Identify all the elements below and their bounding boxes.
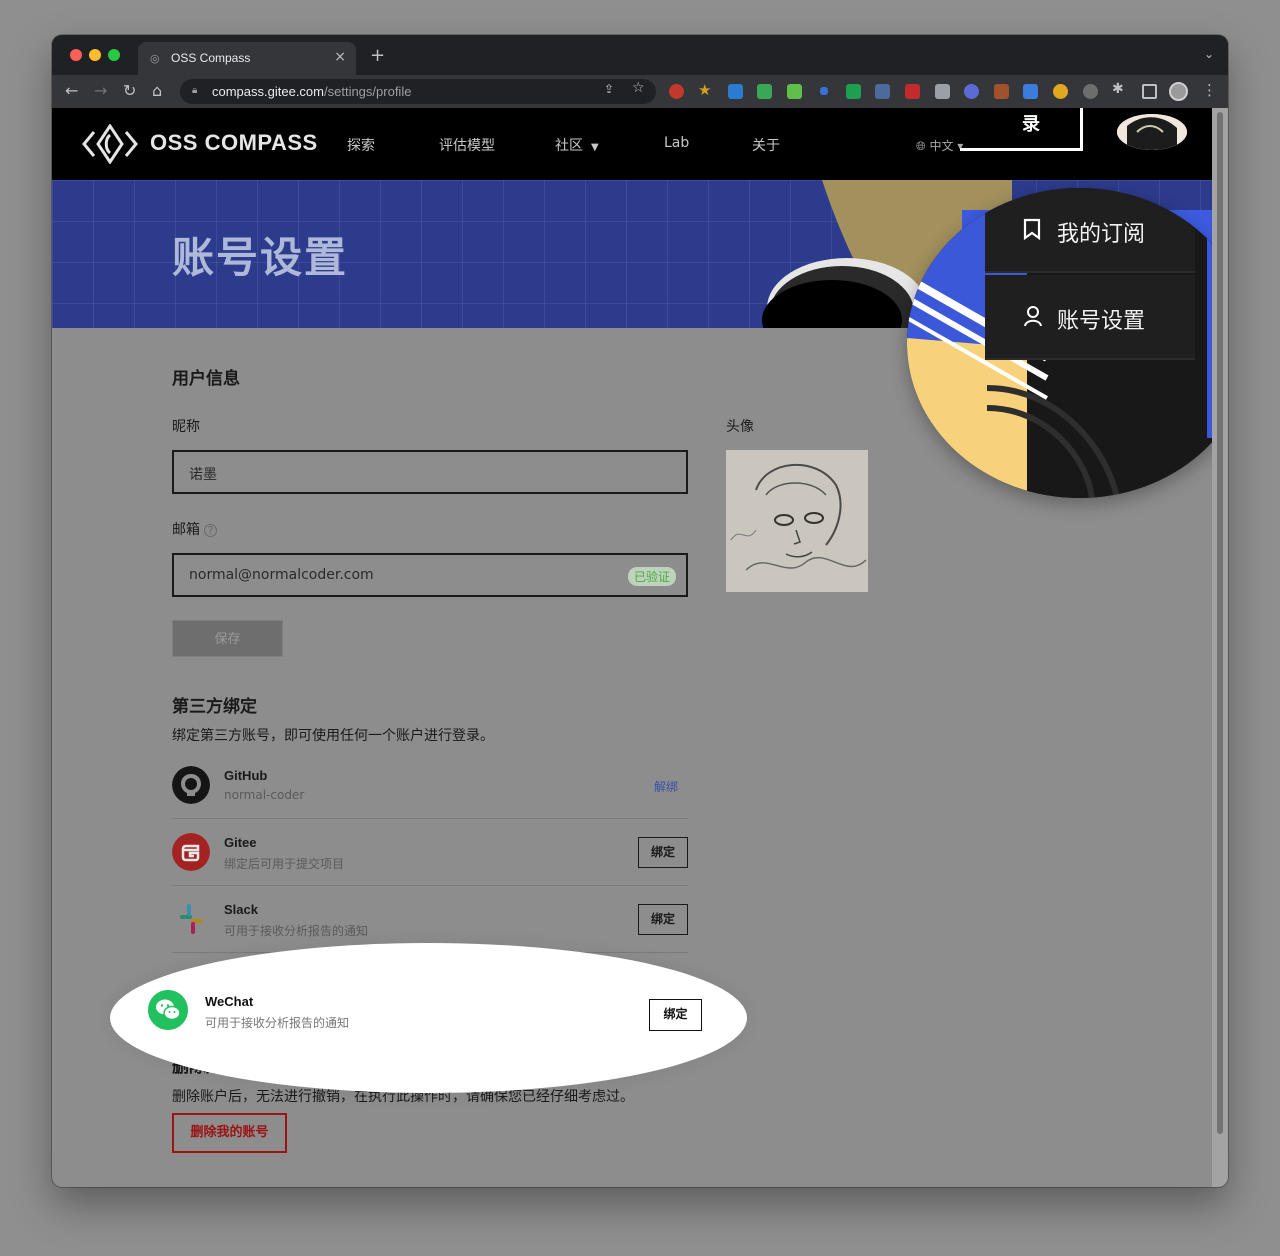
close-window-button[interactable] — [70, 49, 82, 61]
browser-window: ◎ OSS Compass × + ⌄ ← → ↻ ⌂ 🔒︎ compass.g… — [52, 35, 1228, 1187]
sketch-portrait — [726, 450, 868, 592]
brand-name[interactable]: OSS COMPASS — [150, 130, 318, 156]
s-extension-icon[interactable] — [875, 84, 890, 99]
grid-extension-icon[interactable] — [994, 84, 1009, 99]
bind-slack-button[interactable]: 绑定 — [638, 904, 688, 935]
lock-icon: 🔒︎ — [192, 85, 198, 96]
reload-icon[interactable]: ↻ — [123, 81, 136, 100]
share-icon[interactable]: ⇪ — [604, 82, 614, 96]
bind-gitee-button[interactable]: 绑定 — [638, 837, 688, 868]
avatar-image — [1117, 114, 1187, 150]
extension-icon[interactable] — [757, 84, 772, 99]
at-extension-icon[interactable] — [964, 84, 979, 99]
page-scrollbar[interactable] — [1212, 108, 1228, 1187]
chevron-down-icon[interactable]: ⌄ — [1204, 47, 1214, 61]
minimize-window-button[interactable] — [89, 49, 101, 61]
star-icon[interactable]: ☆ — [632, 80, 645, 96]
user-avatar[interactable] — [1117, 114, 1187, 150]
account-name: Gitee — [224, 835, 257, 850]
email-input[interactable]: normal@normalcoder.com 已验证 — [172, 553, 688, 597]
ring-extension-icon[interactable] — [1053, 84, 1068, 99]
verified-badge: 已验证 — [627, 567, 676, 586]
binding-row-gitee: Gitee 绑定后可用于提交项目 绑定 — [172, 819, 688, 886]
extension-icon[interactable] — [935, 84, 950, 99]
tab-title: OSS Compass — [171, 51, 251, 65]
nickname-label: 昵称 — [172, 419, 200, 435]
nav-models[interactable]: 评估模型 — [439, 135, 495, 155]
save-button[interactable]: 保存 — [172, 620, 283, 657]
user-icon — [1023, 305, 1043, 332]
page-title: 账号设置 — [172, 233, 349, 282]
slack-icon — [180, 904, 203, 934]
forward-icon[interactable]: → — [94, 81, 107, 100]
binding-row-github: GitHub normal-coder 解绑 — [172, 752, 688, 819]
address-bar[interactable]: 🔒︎ compass.gitee.com/settings/profile — [180, 79, 656, 104]
gem-extension-icon[interactable] — [820, 87, 828, 95]
gitee-icon — [172, 833, 210, 871]
language-switcher[interactable]: 🌐︎ 中文 ▾ — [916, 137, 963, 154]
close-icon[interactable]: × — [334, 49, 346, 65]
account-name: GitHub — [224, 768, 268, 783]
help-icon[interactable]: ? — [204, 524, 217, 537]
back-icon[interactable]: ← — [65, 81, 78, 100]
site-header: OSS COMPASS 探索 评估模型 社区 ▼ Lab 关于 🌐︎ 中文 ▾ 录 — [52, 108, 1212, 180]
wechat-icon — [148, 990, 188, 1030]
profile-avatar-image[interactable] — [726, 450, 868, 592]
home-icon[interactable]: ⌂ — [152, 81, 162, 100]
extension-icon[interactable] — [669, 84, 684, 99]
caret-down-icon: ▼ — [591, 142, 599, 153]
account-sub: 绑定后可用于提交项目 — [224, 857, 345, 871]
user-menu-magnifier: 我的订阅 账号设置 — [907, 188, 1212, 498]
third-party-heading: 第三方绑定 — [172, 697, 257, 717]
maximize-window-button[interactable] — [108, 49, 120, 61]
account-sub: 可用于接收分析报告的通知 — [205, 1016, 350, 1030]
url-text: compass.gitee.com/settings/profile — [212, 84, 412, 99]
tab-strip: ◎ OSS Compass × + ⌄ — [52, 35, 1228, 75]
nav-about[interactable]: 关于 — [752, 135, 780, 155]
window-extension-icon[interactable] — [1023, 84, 1038, 99]
bookmark-icon — [1023, 218, 1041, 245]
account-name: Slack — [224, 902, 258, 917]
nav-lab[interactable]: Lab — [664, 135, 689, 151]
unbind-github-button[interactable]: 解绑 — [654, 778, 678, 795]
sidebar-icon[interactable] — [1142, 84, 1157, 99]
globe-icon: 🌐︎ — [916, 139, 926, 153]
account-sub: 可用于接收分析报告的通知 — [224, 924, 369, 938]
eye-icon: ◎ — [150, 52, 160, 65]
shield-extension-icon[interactable] — [846, 84, 861, 99]
email-label: 邮箱? — [172, 519, 217, 539]
grid-extension-icon[interactable] — [787, 84, 802, 99]
nav-community[interactable]: 社区 ▼ — [555, 135, 599, 155]
more-menu-icon[interactable]: ⋮ — [1202, 81, 1217, 99]
third-party-description: 绑定第三方账号，即可使用任何一个账户进行登录。 — [172, 728, 494, 744]
page-viewport: OSS COMPASS 探索 评估模型 社区 ▼ Lab 关于 🌐︎ 中文 ▾ 录… — [52, 108, 1212, 1187]
browser-tab[interactable]: ◎ OSS Compass × — [138, 42, 356, 75]
github-icon — [172, 766, 210, 804]
moon-extension-icon[interactable] — [1083, 84, 1098, 99]
new-tab-button[interactable]: + — [370, 45, 385, 66]
oss-compass-logo-icon[interactable] — [82, 124, 138, 164]
nav-explore[interactable]: 探索 — [347, 135, 375, 155]
avatar-label: 头像 — [726, 419, 754, 435]
account-sub: normal-coder — [224, 788, 305, 802]
login-button[interactable]: 录 — [960, 108, 1083, 151]
fe-extension-icon[interactable] — [905, 84, 920, 99]
browser-toolbar: ← → ↻ ⌂ 🔒︎ compass.gitee.com/settings/pr… — [52, 75, 1228, 108]
account-name: WeChat — [205, 994, 254, 1009]
puzzle-icon[interactable]: ✱ — [1112, 81, 1127, 97]
menu-item-subscriptions[interactable]: 我的订阅 — [985, 188, 1195, 273]
download-extension-icon[interactable] — [728, 84, 743, 99]
user-info-heading: 用户信息 — [172, 369, 240, 389]
star-extension-icon[interactable]: ★ — [698, 81, 713, 99]
delete-account-button[interactable]: 删除我的账号 — [172, 1113, 287, 1153]
profile-avatar[interactable] — [1169, 82, 1188, 101]
binding-row-wechat: WeChat 可用于接收分析报告的通知 绑定 — [148, 984, 702, 1044]
scroll-thumb[interactable] — [1217, 112, 1223, 1134]
bind-wechat-button[interactable]: 绑定 — [649, 999, 702, 1031]
menu-item-account-settings[interactable]: 账号设置 — [985, 275, 1195, 360]
nickname-input[interactable]: 诺墨 — [172, 450, 688, 494]
